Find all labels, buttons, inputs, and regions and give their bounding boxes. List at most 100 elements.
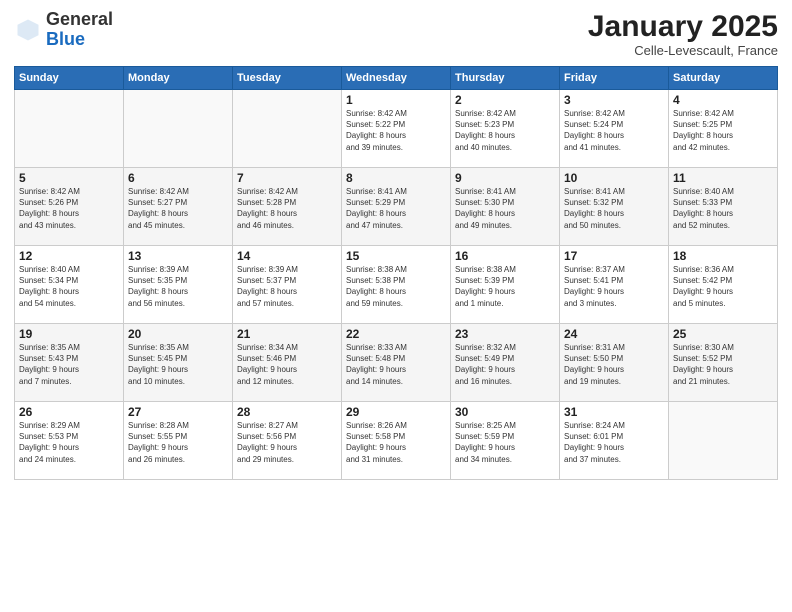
calendar-body: 1Sunrise: 8:42 AM Sunset: 5:22 PM Daylig… (15, 90, 778, 480)
day-number: 24 (564, 327, 664, 341)
calendar-cell: 6Sunrise: 8:42 AM Sunset: 5:27 PM Daylig… (124, 168, 233, 246)
day-number: 11 (673, 171, 773, 185)
day-number: 3 (564, 93, 664, 107)
calendar-week-row: 1Sunrise: 8:42 AM Sunset: 5:22 PM Daylig… (15, 90, 778, 168)
day-info: Sunrise: 8:24 AM Sunset: 6:01 PM Dayligh… (564, 420, 664, 465)
day-info: Sunrise: 8:33 AM Sunset: 5:48 PM Dayligh… (346, 342, 446, 387)
calendar-week-row: 19Sunrise: 8:35 AM Sunset: 5:43 PM Dayli… (15, 324, 778, 402)
calendar-cell: 10Sunrise: 8:41 AM Sunset: 5:32 PM Dayli… (560, 168, 669, 246)
calendar-cell: 31Sunrise: 8:24 AM Sunset: 6:01 PM Dayli… (560, 402, 669, 480)
day-info: Sunrise: 8:42 AM Sunset: 5:22 PM Dayligh… (346, 108, 446, 153)
day-info: Sunrise: 8:30 AM Sunset: 5:52 PM Dayligh… (673, 342, 773, 387)
day-info: Sunrise: 8:34 AM Sunset: 5:46 PM Dayligh… (237, 342, 337, 387)
calendar-cell: 21Sunrise: 8:34 AM Sunset: 5:46 PM Dayli… (233, 324, 342, 402)
calendar-cell: 22Sunrise: 8:33 AM Sunset: 5:48 PM Dayli… (342, 324, 451, 402)
day-info: Sunrise: 8:27 AM Sunset: 5:56 PM Dayligh… (237, 420, 337, 465)
day-number: 16 (455, 249, 555, 263)
header: General Blue January 2025 Celle-Levescau… (14, 10, 778, 58)
day-info: Sunrise: 8:41 AM Sunset: 5:30 PM Dayligh… (455, 186, 555, 231)
day-info: Sunrise: 8:28 AM Sunset: 5:55 PM Dayligh… (128, 420, 228, 465)
day-number: 23 (455, 327, 555, 341)
day-info: Sunrise: 8:39 AM Sunset: 5:35 PM Dayligh… (128, 264, 228, 309)
logo-icon (14, 16, 42, 44)
calendar-cell: 14Sunrise: 8:39 AM Sunset: 5:37 PM Dayli… (233, 246, 342, 324)
calendar-cell: 19Sunrise: 8:35 AM Sunset: 5:43 PM Dayli… (15, 324, 124, 402)
day-number: 15 (346, 249, 446, 263)
day-info: Sunrise: 8:40 AM Sunset: 5:34 PM Dayligh… (19, 264, 119, 309)
day-info: Sunrise: 8:35 AM Sunset: 5:45 PM Dayligh… (128, 342, 228, 387)
page: General Blue January 2025 Celle-Levescau… (0, 0, 792, 612)
calendar-cell (15, 90, 124, 168)
day-info: Sunrise: 8:26 AM Sunset: 5:58 PM Dayligh… (346, 420, 446, 465)
calendar-cell: 1Sunrise: 8:42 AM Sunset: 5:22 PM Daylig… (342, 90, 451, 168)
day-info: Sunrise: 8:38 AM Sunset: 5:38 PM Dayligh… (346, 264, 446, 309)
calendar-cell: 20Sunrise: 8:35 AM Sunset: 5:45 PM Dayli… (124, 324, 233, 402)
day-info: Sunrise: 8:39 AM Sunset: 5:37 PM Dayligh… (237, 264, 337, 309)
calendar-cell: 9Sunrise: 8:41 AM Sunset: 5:30 PM Daylig… (451, 168, 560, 246)
calendar-cell: 29Sunrise: 8:26 AM Sunset: 5:58 PM Dayli… (342, 402, 451, 480)
day-info: Sunrise: 8:29 AM Sunset: 5:53 PM Dayligh… (19, 420, 119, 465)
day-info: Sunrise: 8:42 AM Sunset: 5:28 PM Dayligh… (237, 186, 337, 231)
day-info: Sunrise: 8:42 AM Sunset: 5:24 PM Dayligh… (564, 108, 664, 153)
day-info: Sunrise: 8:31 AM Sunset: 5:50 PM Dayligh… (564, 342, 664, 387)
calendar-cell: 3Sunrise: 8:42 AM Sunset: 5:24 PM Daylig… (560, 90, 669, 168)
weekday-header: Friday (560, 67, 669, 90)
day-number: 4 (673, 93, 773, 107)
day-number: 31 (564, 405, 664, 419)
calendar-cell: 18Sunrise: 8:36 AM Sunset: 5:42 PM Dayli… (669, 246, 778, 324)
day-info: Sunrise: 8:41 AM Sunset: 5:32 PM Dayligh… (564, 186, 664, 231)
calendar-cell: 15Sunrise: 8:38 AM Sunset: 5:38 PM Dayli… (342, 246, 451, 324)
calendar-cell (124, 90, 233, 168)
day-number: 17 (564, 249, 664, 263)
day-info: Sunrise: 8:42 AM Sunset: 5:25 PM Dayligh… (673, 108, 773, 153)
day-info: Sunrise: 8:36 AM Sunset: 5:42 PM Dayligh… (673, 264, 773, 309)
calendar-cell: 30Sunrise: 8:25 AM Sunset: 5:59 PM Dayli… (451, 402, 560, 480)
day-number: 29 (346, 405, 446, 419)
location: Celle-Levescault, France (588, 43, 778, 58)
calendar-cell: 26Sunrise: 8:29 AM Sunset: 5:53 PM Dayli… (15, 402, 124, 480)
day-number: 19 (19, 327, 119, 341)
day-number: 30 (455, 405, 555, 419)
calendar-cell: 4Sunrise: 8:42 AM Sunset: 5:25 PM Daylig… (669, 90, 778, 168)
logo: General Blue (14, 10, 113, 50)
calendar-cell: 2Sunrise: 8:42 AM Sunset: 5:23 PM Daylig… (451, 90, 560, 168)
day-number: 8 (346, 171, 446, 185)
day-number: 21 (237, 327, 337, 341)
calendar-cell (233, 90, 342, 168)
day-info: Sunrise: 8:37 AM Sunset: 5:41 PM Dayligh… (564, 264, 664, 309)
day-number: 13 (128, 249, 228, 263)
calendar-cell: 5Sunrise: 8:42 AM Sunset: 5:26 PM Daylig… (15, 168, 124, 246)
day-info: Sunrise: 8:35 AM Sunset: 5:43 PM Dayligh… (19, 342, 119, 387)
day-number: 5 (19, 171, 119, 185)
day-number: 18 (673, 249, 773, 263)
day-number: 26 (19, 405, 119, 419)
day-number: 6 (128, 171, 228, 185)
calendar-week-row: 5Sunrise: 8:42 AM Sunset: 5:26 PM Daylig… (15, 168, 778, 246)
day-number: 22 (346, 327, 446, 341)
calendar-cell: 27Sunrise: 8:28 AM Sunset: 5:55 PM Dayli… (124, 402, 233, 480)
calendar-cell: 23Sunrise: 8:32 AM Sunset: 5:49 PM Dayli… (451, 324, 560, 402)
day-number: 7 (237, 171, 337, 185)
day-number: 25 (673, 327, 773, 341)
weekday-header: Sunday (15, 67, 124, 90)
day-number: 27 (128, 405, 228, 419)
weekday-header: Tuesday (233, 67, 342, 90)
calendar-cell: 8Sunrise: 8:41 AM Sunset: 5:29 PM Daylig… (342, 168, 451, 246)
weekday-header: Thursday (451, 67, 560, 90)
calendar-cell: 28Sunrise: 8:27 AM Sunset: 5:56 PM Dayli… (233, 402, 342, 480)
title-block: January 2025 Celle-Levescault, France (588, 10, 778, 58)
day-number: 2 (455, 93, 555, 107)
day-info: Sunrise: 8:42 AM Sunset: 5:26 PM Dayligh… (19, 186, 119, 231)
day-number: 20 (128, 327, 228, 341)
day-number: 1 (346, 93, 446, 107)
day-info: Sunrise: 8:32 AM Sunset: 5:49 PM Dayligh… (455, 342, 555, 387)
calendar-cell: 24Sunrise: 8:31 AM Sunset: 5:50 PM Dayli… (560, 324, 669, 402)
calendar-week-row: 26Sunrise: 8:29 AM Sunset: 5:53 PM Dayli… (15, 402, 778, 480)
day-number: 12 (19, 249, 119, 263)
day-info: Sunrise: 8:40 AM Sunset: 5:33 PM Dayligh… (673, 186, 773, 231)
calendar-week-row: 12Sunrise: 8:40 AM Sunset: 5:34 PM Dayli… (15, 246, 778, 324)
day-number: 28 (237, 405, 337, 419)
calendar-cell: 17Sunrise: 8:37 AM Sunset: 5:41 PM Dayli… (560, 246, 669, 324)
day-info: Sunrise: 8:38 AM Sunset: 5:39 PM Dayligh… (455, 264, 555, 309)
weekday-header: Wednesday (342, 67, 451, 90)
